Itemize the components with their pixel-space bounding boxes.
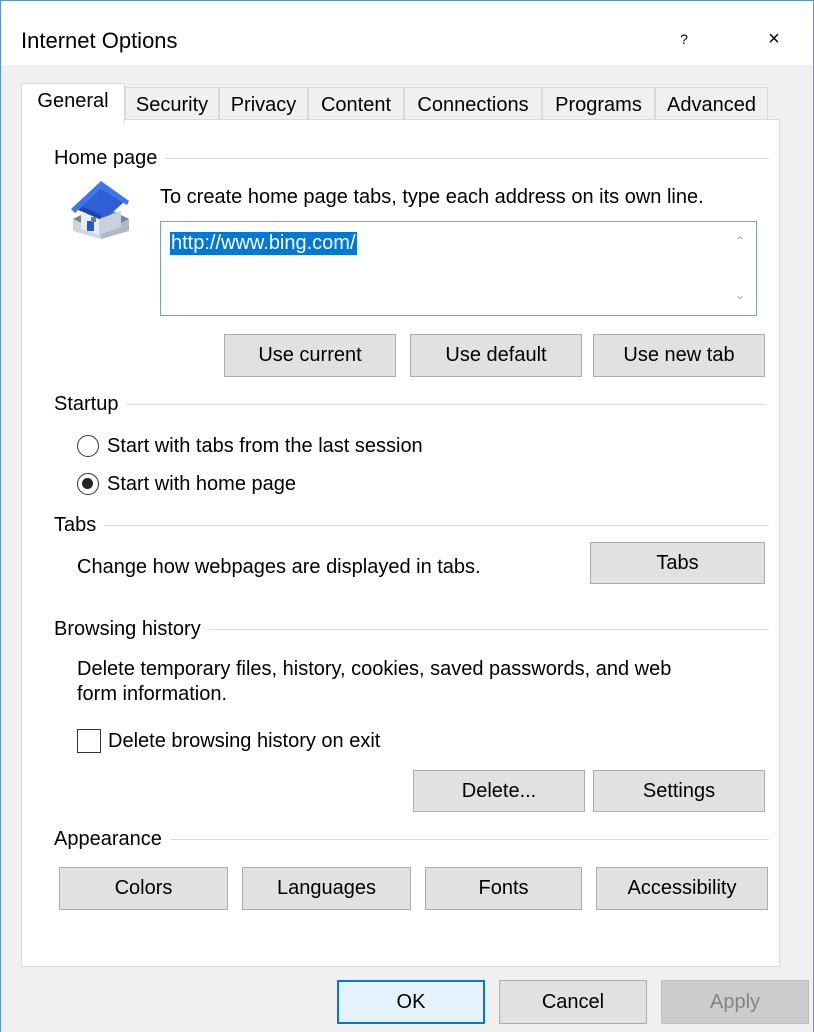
home-page-address-field[interactable]: http://www.bing.com/ ⌃ ⌄	[160, 221, 757, 316]
history-settings-button[interactable]: Settings	[593, 770, 765, 812]
tab-privacy[interactable]: Privacy	[219, 87, 308, 123]
use-default-button[interactable]: Use default	[410, 334, 582, 377]
browsing-history-description-line2: form information.	[77, 683, 228, 705]
accessibility-button[interactable]: Accessibility	[596, 867, 768, 910]
home-page-instruction: To create home page tabs, type each addr…	[160, 186, 704, 208]
close-button[interactable]: ×	[763, 28, 785, 51]
tabs-settings-button[interactable]: Tabs	[590, 542, 765, 584]
delete-history-on-exit-label[interactable]: Delete browsing history on exit	[108, 730, 380, 753]
startup-home-page-radio[interactable]	[77, 473, 99, 495]
startup-last-session-radio[interactable]	[77, 435, 99, 457]
apply-button[interactable]: Apply	[661, 980, 809, 1024]
use-current-button[interactable]: Use current	[224, 334, 396, 377]
tab-security[interactable]: Security	[125, 87, 219, 123]
radio-selected-dot	[82, 478, 93, 489]
tab-content[interactable]: Content	[308, 87, 404, 123]
colors-button[interactable]: Colors	[59, 867, 228, 910]
scroll-up-arrow-icon[interactable]: ⌃	[732, 234, 748, 250]
tabs-divider	[61, 525, 769, 526]
appearance-group-label: Appearance	[54, 828, 170, 851]
tab-connections[interactable]: Connections	[404, 87, 542, 123]
startup-home-page-label[interactable]: Start with home page	[107, 473, 296, 496]
window-title: Internet Options	[21, 28, 178, 53]
tab-advanced[interactable]: Advanced	[655, 87, 768, 123]
browsing-history-description-line1: Delete temporary files, history, cookies…	[77, 658, 672, 680]
delete-history-button[interactable]: Delete...	[413, 770, 585, 812]
home-page-divider	[61, 158, 769, 159]
startup-group-label: Startup	[54, 393, 127, 416]
browsing-history-group-label: Browsing history	[54, 618, 209, 641]
help-button[interactable]: ?	[675, 31, 693, 47]
ok-button[interactable]: OK	[337, 980, 485, 1024]
fonts-button[interactable]: Fonts	[425, 867, 582, 910]
startup-divider	[61, 404, 766, 405]
title-bar: Internet Options ? ×	[1, 1, 813, 65]
languages-button[interactable]: Languages	[242, 867, 411, 910]
startup-last-session-label[interactable]: Start with tabs from the last session	[107, 435, 423, 458]
tabs-description: Change how webpages are displayed in tab…	[77, 556, 481, 578]
tab-programs[interactable]: Programs	[542, 87, 655, 123]
house-icon	[71, 181, 129, 239]
scroll-down-arrow-icon[interactable]: ⌄	[732, 288, 748, 304]
delete-history-on-exit-checkbox[interactable]	[77, 729, 101, 753]
home-page-group-label: Home page	[54, 147, 166, 170]
internet-options-window: Internet Options ? × General Security Pr…	[0, 0, 814, 1032]
cancel-button[interactable]: Cancel	[499, 980, 647, 1024]
use-new-tab-button[interactable]: Use new tab	[593, 334, 765, 377]
home-page-address-value: http://www.bing.com/	[170, 232, 357, 255]
tabs-group-label: Tabs	[54, 514, 105, 537]
tab-general[interactable]: General	[21, 83, 125, 123]
